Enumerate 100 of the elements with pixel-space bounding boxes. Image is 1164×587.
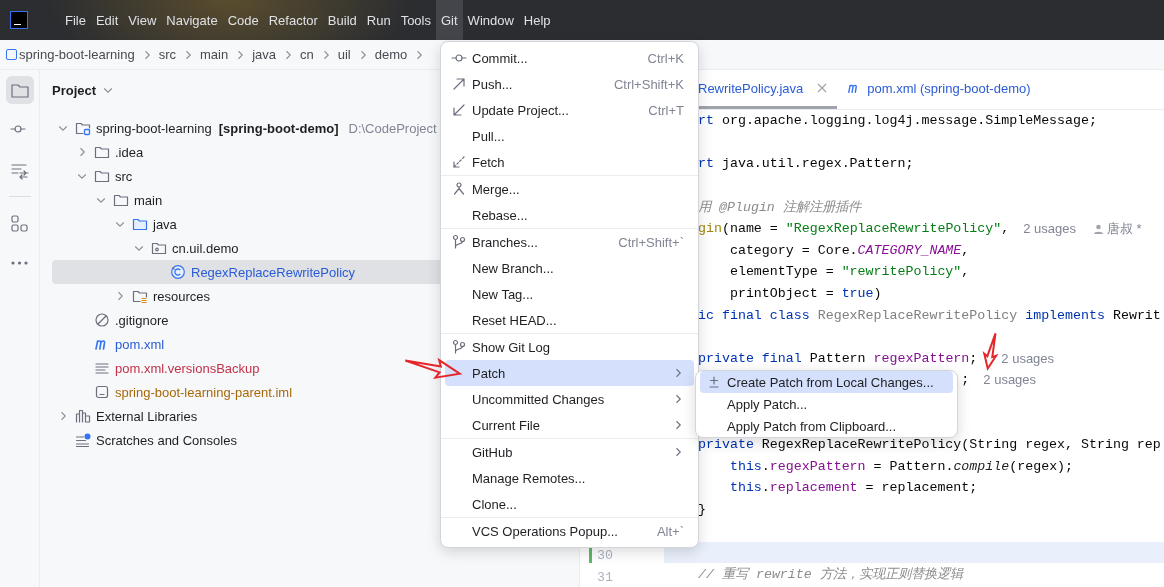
tree-item-label[interactable]: spring-boot-learning-parent.iml [115, 384, 293, 400]
menu-item[interactable]: Pull... [445, 123, 694, 149]
code-line: ic final class RegexReplaceRewritePolicy implements Rewrit [698, 307, 1161, 323]
menu-item[interactable]: Uncommitted Changes [445, 386, 694, 412]
tree-item-label[interactable]: Scratches and Consoles [96, 432, 237, 448]
branch-icon [451, 234, 467, 250]
tree-item-label[interactable]: pom.xml [115, 336, 165, 352]
usages-hint[interactable]: 2 usages [1001, 350, 1055, 366]
menu-item[interactable]: Patch [445, 360, 694, 386]
menu-item[interactable]: Rebase... [445, 202, 694, 228]
menu-item[interactable]: Create Patch from Local Changes... [700, 371, 953, 393]
tree-item-label[interactable]: spring-boot-learning [96, 120, 212, 136]
code-line: private final Pattern regexPattern; [698, 350, 978, 366]
code-line: category = Core.CATEGORY_NAME, [728, 242, 970, 258]
person-icon [1094, 223, 1103, 234]
menu-item[interactable]: Apply Patch from Clipboard... [700, 415, 953, 437]
author-hint[interactable]: 唐叔 * [1094, 219, 1142, 238]
menu-item[interactable]: Merge... [445, 176, 694, 202]
app-logo [10, 11, 28, 29]
menu-item[interactable]: Git [436, 0, 463, 40]
breadcrumb-item[interactable]: main [199, 47, 229, 62]
tool-window-button[interactable] [5, 76, 34, 104]
code-line: gin(name = "RegexReplaceRewritePolicy", [698, 221, 1010, 237]
menu-item[interactable]: VCS Operations Popup... Alt+` [445, 518, 694, 544]
menu-item[interactable]: Current File [445, 412, 694, 438]
menu-item[interactable]: GitHub [445, 439, 694, 465]
tree-item-label[interactable]: src [115, 168, 133, 184]
menu-item[interactable]: Manage Remotes... [445, 465, 694, 491]
menu-item[interactable]: Apply Patch... [700, 393, 953, 415]
breadcrumb-item[interactable]: demo [374, 47, 408, 62]
breadcrumb-item[interactable]: src [158, 47, 176, 62]
tree-item-label[interactable]: java [153, 216, 177, 232]
file-icon [94, 384, 110, 400]
text-lines-icon [94, 360, 110, 376]
folder-icon [94, 144, 110, 160]
menu-item[interactable]: Navigate [161, 0, 223, 40]
editor-tab[interactable]: pom.xml (spring-boot-demo) [837, 70, 1041, 109]
scratches-icon [75, 432, 91, 448]
code-line: this.regexPattern = Pattern.compile(regex); [728, 458, 1074, 474]
package-folder-icon [151, 240, 167, 256]
module-name: [spring-boot-demo] [218, 120, 339, 136]
menu-item[interactable]: View [123, 0, 162, 40]
breadcrumb-item[interactable]: uil [337, 47, 351, 62]
breadcrumb-item[interactable]: cn [300, 47, 314, 62]
project-path: D:\CodeProject [348, 120, 437, 136]
menu-item[interactable]: Reset HEAD... [445, 307, 694, 333]
menu-item[interactable]: Branches... Ctrl+Shift+` [445, 229, 694, 255]
tree-item-label[interactable]: RegexReplaceRewritePolicy [191, 264, 356, 280]
code-line: // 重写 rewrite 方法，实现正则替换逻辑 [698, 566, 963, 584]
code-line: private RegexReplaceRewritePolicy(String regex, String rep [698, 437, 1161, 453]
menu-item[interactable]: Code [222, 0, 264, 40]
module-folder-icon [75, 120, 91, 136]
code-line: this.replacement = replacement; [728, 480, 978, 496]
menu-item[interactable]: Commit... Ctrl+K [445, 45, 694, 71]
breadcrumb-item[interactable]: java [252, 47, 276, 62]
menu-item[interactable]: Window [462, 0, 519, 40]
branch-icon [451, 339, 467, 355]
tree-item-label[interactable]: .idea [115, 144, 144, 160]
code-line: rt org.apache.logging.log4j.message.SimpleMessage; [698, 113, 1097, 129]
menu-item[interactable]: Show Git Log [445, 334, 694, 360]
menu-item[interactable]: Build [322, 0, 362, 40]
panel-title[interactable]: Project [52, 82, 97, 98]
folder-icon [94, 168, 110, 184]
resources-folder-icon [132, 288, 148, 304]
close-icon[interactable] [817, 83, 828, 93]
dashed-arrow-icon [451, 154, 467, 170]
tree-item-label[interactable]: .gitignore [115, 312, 169, 328]
line-number: 30 [597, 548, 613, 564]
tree-item-label[interactable]: pom.xml.versionsBackup [115, 360, 260, 376]
code-line: rt java.util.regex.Pattern; [698, 156, 914, 172]
tree-item-label[interactable]: External Libraries [96, 408, 198, 424]
source-folder-icon [132, 216, 148, 232]
arrow-down-left-icon [451, 102, 467, 118]
class-icon [170, 264, 186, 280]
code-line: elementType = "rewritePolicy", [728, 264, 970, 280]
tree-item-label[interactable]: resources [153, 288, 211, 304]
merge-icon [451, 181, 467, 197]
menu-item[interactable]: File [60, 0, 91, 40]
menu-item[interactable]: Clone... [445, 491, 694, 517]
usages-hint[interactable]: 2 usages [983, 372, 1037, 388]
structure-icon [10, 213, 29, 233]
shortcut-label: Ctrl+Shift+` [618, 234, 684, 250]
menu-item[interactable]: Edit [90, 0, 124, 40]
libraries-icon [75, 408, 91, 424]
code-line: 用 @Plugin 注解注册插件 [698, 199, 861, 217]
menu-item[interactable]: Run [361, 0, 396, 40]
usages-hint[interactable]: 2 usages [1023, 221, 1076, 237]
breadcrumb-item[interactable]: spring-boot-learning [19, 47, 135, 62]
tree-item-label[interactable]: main [134, 192, 163, 208]
annotation-arrow [404, 357, 463, 380]
menu-item[interactable]: Help [518, 0, 556, 40]
menu-item[interactable]: Tools [395, 0, 436, 40]
folder-icon [113, 192, 129, 208]
tree-item-label[interactable]: cn.uil.demo [172, 240, 239, 256]
shortcut-label: Alt+` [656, 523, 684, 539]
code-line: ; [961, 372, 970, 388]
line-number: 31 [597, 570, 613, 586]
menu-item[interactable]: Fetch [445, 149, 694, 175]
menu-item[interactable]: New Tag... [445, 281, 694, 307]
menu-item[interactable]: Refactor [263, 0, 323, 40]
